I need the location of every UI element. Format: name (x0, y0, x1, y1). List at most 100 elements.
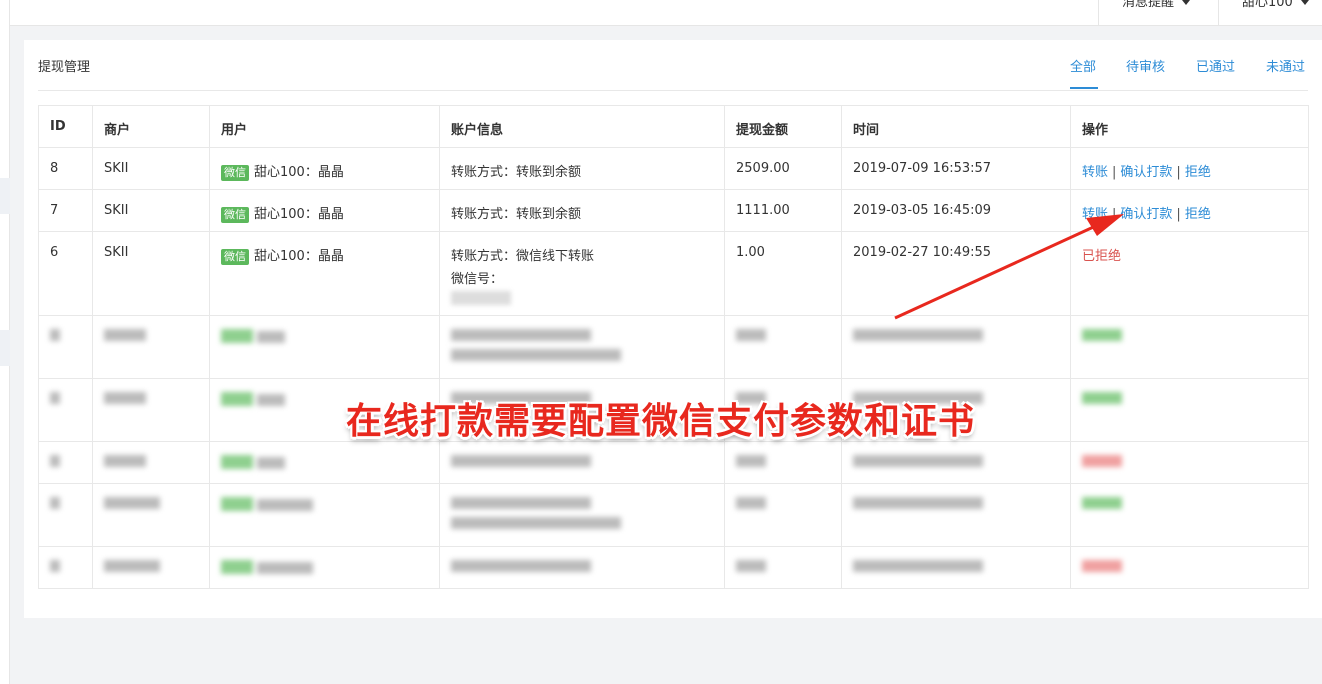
notifications-menu[interactable]: 消息提醒 (1122, 0, 1191, 10)
tab-pending[interactable]: 待审核 (1126, 56, 1165, 75)
blurred-cell (92, 483, 210, 547)
wechat-tag: 微信 (221, 249, 249, 265)
topbar-divider (1218, 0, 1219, 26)
table-row (38, 315, 1309, 379)
blurred-cell (209, 546, 440, 589)
cell-amount: 2509.00 (724, 147, 842, 190)
blurred-cell (841, 315, 1071, 379)
cell-merchant: SKII (92, 147, 210, 190)
blurred-cell (1070, 378, 1309, 442)
separator: | (1112, 207, 1117, 222)
sidebar-highlight (0, 330, 10, 366)
header-time: 时间 (841, 105, 1071, 148)
cell-account: 转账方式：转账到余额 (439, 189, 725, 232)
blurred-cell (724, 441, 842, 484)
reject-link[interactable]: 拒绝 (1185, 165, 1211, 180)
blurred-cell (38, 483, 93, 547)
blurred-cell (38, 546, 93, 589)
top-bar: 消息提醒 甜心100 (10, 0, 1322, 26)
tab-approved[interactable]: 已通过 (1196, 56, 1235, 75)
separator: | (1112, 165, 1117, 180)
cell-merchant: SKII (92, 231, 210, 316)
table-row: 6 SKII 微信 甜心100：晶晶 转账方式：微信线下转账 微信号： 1.00 … (38, 231, 1309, 316)
blurred-cell (1070, 483, 1309, 547)
transfer-link[interactable]: 转账 (1082, 165, 1108, 180)
blurred-cell (92, 546, 210, 589)
cell-merchant: SKII (92, 189, 210, 232)
cell-time: 2019-03-05 16:45:09 (841, 189, 1071, 232)
blurred-cell (439, 315, 725, 379)
header-account-info: 账户信息 (439, 105, 725, 148)
cell-id: 7 (38, 189, 93, 232)
blurred-cell (1070, 315, 1309, 379)
account-method: 转账方式：微信线下转账 (451, 249, 595, 264)
cell-amount: 1111.00 (724, 189, 842, 232)
active-tab-indicator (1070, 87, 1098, 89)
chevron-down-icon (1300, 0, 1309, 5)
blurred-cell (841, 483, 1071, 547)
tab-all[interactable]: 全部 (1070, 56, 1096, 75)
separator: | (1176, 207, 1181, 222)
cell-id: 8 (38, 147, 93, 190)
blurred-cell (841, 546, 1071, 589)
header-user: 用户 (209, 105, 440, 148)
blurred-cell (92, 378, 210, 442)
user-menu[interactable]: 甜心100 (1242, 0, 1309, 10)
blurred-cell (209, 483, 440, 547)
blurred-cell (92, 441, 210, 484)
confirm-payment-link[interactable]: 确认打款 (1120, 207, 1172, 222)
cell-id: 6 (38, 231, 93, 316)
cell-account: 转账方式：微信线下转账 微信号： (439, 231, 725, 316)
status-badge: 已拒绝 (1082, 249, 1122, 264)
chevron-down-icon (1182, 0, 1191, 5)
blurred-cell (38, 441, 93, 484)
page-title: 提现管理 (38, 60, 91, 75)
cell-user: 微信 甜心100：晶晶 (209, 189, 440, 232)
header-id: ID (38, 105, 93, 148)
left-sidebar-edge (0, 0, 10, 684)
cell-actions: 转账 | 确认打款 | 拒绝 (1070, 189, 1309, 232)
withdrawal-table: ID 商户 用户 账户信息 提现金额 时间 操作 8 SKII 微信 甜心100：… (38, 105, 1309, 589)
cell-time: 2019-07-09 16:53:57 (841, 147, 1071, 190)
blurred-cell (439, 483, 725, 547)
cell-user: 微信 甜心100：晶晶 (209, 147, 440, 190)
cell-actions: 转账 | 确认打款 | 拒绝 (1070, 147, 1309, 190)
blurred-cell (209, 441, 440, 484)
blurred-cell (38, 315, 93, 379)
blurred-cell (209, 315, 440, 379)
wechat-tag: 微信 (221, 207, 249, 223)
table-header-row: ID 商户 用户 账户信息 提现金额 时间 操作 (38, 105, 1309, 148)
topbar-divider (1098, 0, 1099, 26)
blurred-cell (1070, 546, 1309, 589)
annotation-text: 在线打款需要配置微信支付参数和证书 (346, 401, 976, 442)
cell-user: 微信 甜心100：晶晶 (209, 231, 440, 316)
blurred-cell (439, 546, 725, 589)
wechat-tag: 微信 (221, 165, 249, 181)
divider (38, 90, 1308, 91)
confirm-payment-link[interactable]: 确认打款 (1120, 165, 1172, 180)
blurred-cell (92, 315, 210, 379)
notifications-label: 消息提醒 (1122, 0, 1175, 10)
user-name: 甜心100：晶晶 (254, 165, 344, 180)
header-merchant: 商户 (92, 105, 210, 148)
separator: | (1176, 165, 1181, 180)
blurred-cell (439, 441, 725, 484)
user-name: 甜心100：晶晶 (254, 249, 344, 264)
blurred-cell (724, 546, 842, 589)
blurred-cell (38, 378, 93, 442)
withdrawal-card: 提现管理 全部 待审核 已通过 未通过 ID 商户 用户 账户信息 提现金额 时… (24, 40, 1322, 618)
user-name: 甜心100 (1242, 0, 1293, 10)
cell-actions: 已拒绝 (1070, 231, 1309, 316)
header-amount: 提现金额 (724, 105, 842, 148)
reject-link[interactable]: 拒绝 (1185, 207, 1211, 222)
cell-amount: 1.00 (724, 231, 842, 316)
transfer-link[interactable]: 转账 (1082, 207, 1108, 222)
table-row: 8 SKII 微信 甜心100：晶晶 转账方式：转账到余额 2509.00 201… (38, 147, 1309, 190)
blurred-cell (724, 483, 842, 547)
tab-rejected[interactable]: 未通过 (1266, 56, 1305, 75)
table-row: 7 SKII 微信 甜心100：晶晶 转账方式：转账到余额 1111.00 201… (38, 189, 1309, 232)
sidebar-highlight (0, 178, 10, 214)
cell-account: 转账方式：转账到余额 (439, 147, 725, 190)
table-row (38, 546, 1309, 589)
blurred-account-detail (451, 291, 511, 305)
